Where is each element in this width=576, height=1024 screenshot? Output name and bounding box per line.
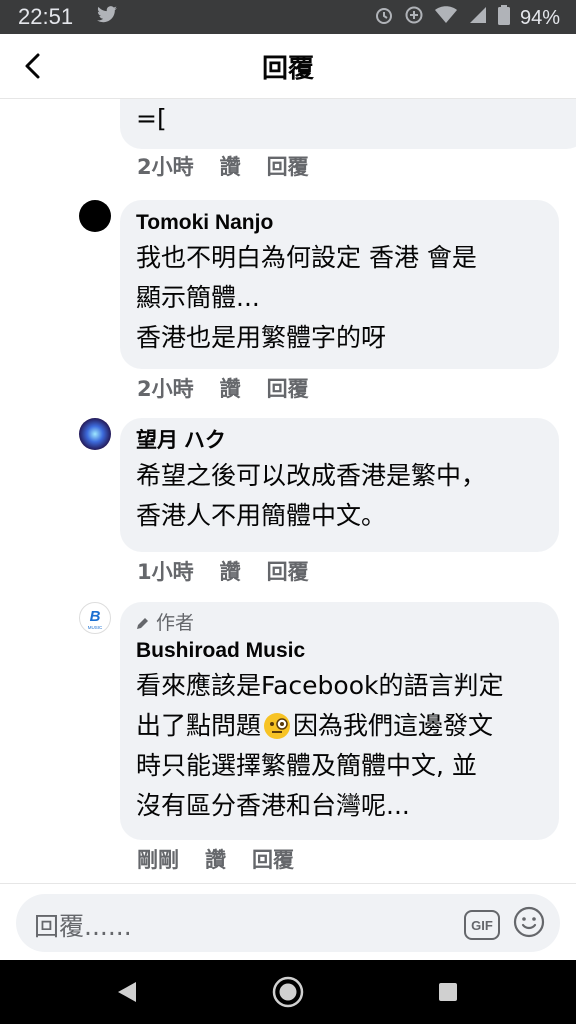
emoji-icon[interactable] [513,906,545,942]
circle-home-icon[interactable] [271,975,305,1009]
comment-text: 我也不明白為何設定 香港 會是 [136,243,477,272]
author-badge-label: 作者 [156,612,195,634]
wifi-icon [434,5,458,31]
comment-time: 2小時 [137,377,194,401]
comment-text: 出了點問題 [136,711,262,740]
pencil-icon [137,618,148,629]
system-nav-bar [0,960,576,1024]
comment-bubble: =[ 6 [120,99,576,149]
comment-thread: =[ 6 2小時 讚 回覆 Tomoki Nanjo 我也不明白為何設定 香港 … [0,99,576,883]
like-button[interactable]: 讚 [205,844,226,874]
comment-meta: 剛剛 讚 回覆 [137,844,294,874]
reply-composer: 回覆...... GIF [0,883,576,961]
comment-text: 時只能選擇繁體及簡體中文, 並 [136,751,477,780]
twitter-icon [96,6,118,28]
battery-level: 94% [519,6,560,29]
comment-text: 香港人不用簡體中文。 [136,501,387,530]
page-title: 回覆 [261,54,314,84]
gif-button[interactable]: GIF [464,910,500,940]
commenter-name[interactable]: Tomoki Nanjo [136,208,541,238]
comment-text: =[ [136,104,167,133]
signal-icon [468,5,488,31]
comment-bubble: 望月 ハク 希望之後可以改成香港是繁中， 香港人不用簡體中文。 [120,418,559,552]
comment-text: 希望之後可以改成香港是繁中， [136,461,487,490]
like-button[interactable]: 讚 [220,556,241,586]
avatar[interactable]: B MUSIC [79,602,111,634]
like-button[interactable]: 讚 [220,373,241,403]
svg-text:B: B [90,608,101,625]
comment-meta: 2小時 讚 回覆 [137,151,309,181]
commenter-name[interactable]: Bushiroad Music [136,636,541,666]
comment-text: 顯示簡體... [136,283,260,312]
comment-time: 剛剛 [137,848,179,872]
comment-text: 香港也是用繁體字的呀 [136,323,387,352]
reply-input[interactable]: 回覆...... GIF [16,894,560,952]
alarm-icon [374,5,394,31]
comment-bubble: Tomoki Nanjo 我也不明白為何設定 香港 會是 顯示簡體... 香港也… [120,200,559,369]
author-badge: 作者 [136,610,541,636]
commenter-name[interactable]: 望月 ハク [136,426,541,456]
comment-time: 1小時 [137,560,194,584]
reply-button[interactable]: 回覆 [252,844,294,874]
reply-placeholder: 回覆...... [34,912,132,941]
reply-button[interactable]: 回覆 [267,556,309,586]
comment-bubble: 作者 Bushiroad Music 看來應該是Facebook的語言判定 出了… [120,602,559,840]
header: 回覆 [0,34,576,99]
reply-button[interactable]: 回覆 [267,151,309,181]
status-bar: 22:51 94% [0,0,576,34]
battery-icon [497,5,510,31]
triangle-back-icon[interactable] [116,980,138,1004]
comment-text: 看來應該是Facebook的語言判定 [136,671,504,700]
status-time: 22:51 [18,4,74,29]
comment-time: 2小時 [137,155,194,179]
bushiroad-music-logo: BMUSIC [88,608,103,630]
avatar[interactable] [79,200,111,232]
avatar[interactable] [79,418,111,450]
comment-text-line: 出了點問題 因為我們這邊發文 [136,706,541,746]
monocle-face-icon [264,713,291,739]
data-saver-icon [404,5,424,31]
like-button[interactable]: 讚 [220,151,241,181]
comment-text: 因為我們這邊發文 [293,711,494,740]
square-recents-icon[interactable] [438,982,458,1002]
comment-meta: 1小時 讚 回覆 [137,556,309,586]
reply-button[interactable]: 回覆 [267,373,309,403]
svg-text:MUSIC: MUSIC [88,625,103,630]
comment-meta: 2小時 讚 回覆 [137,373,309,403]
comment-text: 沒有區分香港和台灣呢... [136,791,410,820]
